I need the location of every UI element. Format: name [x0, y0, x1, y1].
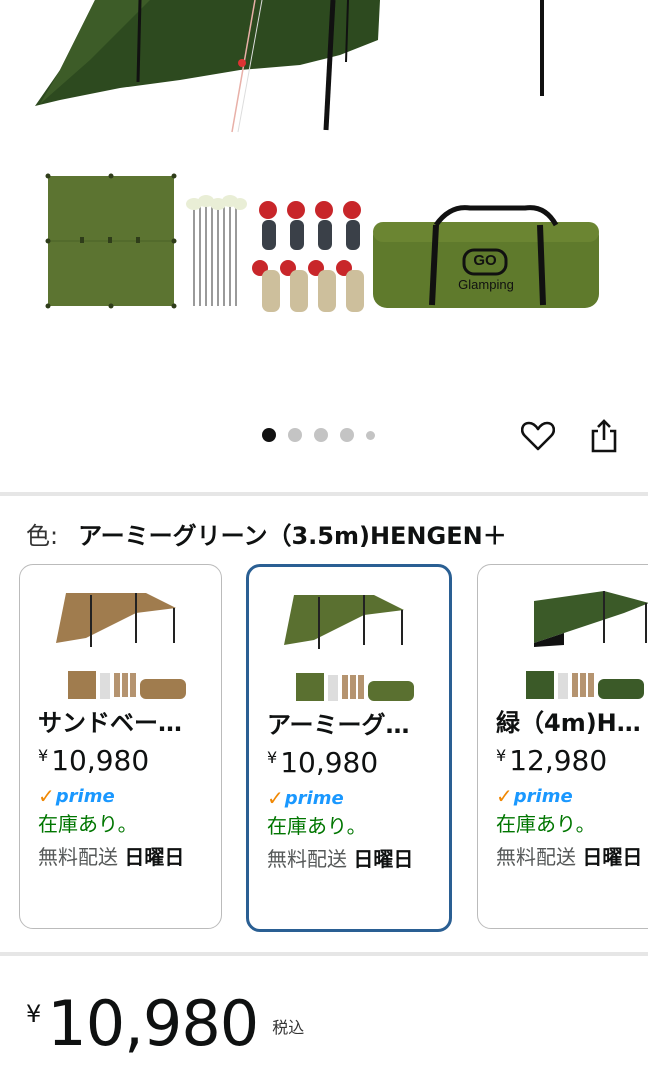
variant-card-green-4m[interactable]: 緑（4m)H… ¥ 12,980 ✓ prime 在庫あり。 無料配送 日曜日	[477, 564, 648, 929]
shipping-day: 日曜日	[124, 845, 185, 869]
variant-thumbnail	[478, 573, 648, 703]
section-divider	[0, 952, 648, 956]
share-icon	[591, 419, 617, 453]
selected-color-value: アーミーグリーン（3.5m)HENGEN＋	[78, 521, 507, 550]
variant-title: アーミーグ…	[267, 711, 410, 739]
variant-card-sand-beige[interactable]: サンドベー… ¥ 10,980 ✓ prime 在庫あり。 無料配送 日曜日	[19, 564, 222, 929]
currency-symbol: ¥	[496, 746, 507, 765]
stock-status: 在庫あり。	[496, 812, 596, 836]
variant-thumbnail	[249, 575, 449, 705]
pagination-dot[interactable]	[262, 428, 276, 442]
heart-icon	[521, 421, 555, 451]
color-selector-header: 色: アーミーグリーン（3.5m)HENGEN＋	[26, 516, 507, 550]
shipping-day: 日曜日	[353, 847, 414, 871]
price-amount: 10,980	[51, 744, 150, 777]
stock-status: 在庫あり。	[38, 812, 138, 836]
variant-price: ¥ 10,980	[267, 745, 441, 781]
variant-price: ¥ 10,980	[38, 743, 213, 779]
variant-title: 緑（4m)H…	[496, 709, 641, 737]
prime-label: prime	[284, 787, 344, 809]
shipping-info: 無料配送 日曜日	[267, 843, 441, 875]
shipping-info: 無料配送 日曜日	[38, 841, 213, 873]
shipping-prefix: 無料配送	[38, 845, 118, 869]
wishlist-button[interactable]	[516, 414, 560, 458]
tax-included-label: 税込	[272, 1018, 305, 1037]
variant-carousel[interactable]: サンドベー… ¥ 10,980 ✓ prime 在庫あり。 無料配送 日曜日 ア…	[0, 564, 648, 932]
price-currency-symbol: ¥	[26, 1000, 42, 1028]
prime-check-icon: ✓	[496, 784, 513, 808]
shipping-day: 日曜日	[582, 845, 643, 869]
currency-symbol: ¥	[267, 748, 278, 767]
prime-badge: ✓ prime	[38, 784, 213, 808]
prime-check-icon: ✓	[38, 784, 55, 808]
product-image	[35, 0, 599, 312]
prime-badge: ✓ prime	[496, 784, 648, 808]
price-amount: 10,980	[280, 746, 379, 779]
shipping-prefix: 無料配送	[267, 847, 347, 871]
pagination-dot[interactable]	[288, 428, 302, 442]
prime-label: prime	[55, 785, 115, 807]
bag-brand-logo: GO	[473, 252, 497, 269]
pagination-dot[interactable]	[340, 428, 354, 442]
pagination-dot[interactable]	[314, 428, 328, 442]
stock-status: 在庫あり。	[267, 814, 367, 838]
prime-badge: ✓ prime	[267, 786, 441, 810]
variant-title: サンドベー…	[38, 709, 182, 737]
prime-check-icon: ✓	[267, 786, 284, 810]
variant-card-army-green[interactable]: アーミーグ… ¥ 10,980 ✓ prime 在庫あり。 無料配送 日曜日	[246, 564, 452, 932]
price-amount: 10,980	[47, 987, 259, 1060]
prime-label: prime	[513, 785, 573, 807]
section-divider	[0, 492, 648, 496]
price-amount: 12,980	[509, 744, 608, 777]
variant-thumbnail	[20, 573, 221, 703]
color-label: 色:	[26, 521, 59, 550]
shipping-prefix: 無料配送	[496, 845, 576, 869]
pagination-dot[interactable]	[366, 430, 375, 440]
currency-symbol: ¥	[38, 746, 49, 765]
image-pagination	[262, 428, 375, 442]
shipping-info: 無料配送 日曜日	[496, 841, 648, 873]
share-button[interactable]	[582, 414, 626, 458]
bag-brand-text: Glamping	[458, 277, 514, 292]
product-price: ¥ 10,980 税込	[26, 988, 304, 1060]
product-image-gallery[interactable]: GO Glamping	[0, 0, 648, 482]
variant-price: ¥ 12,980	[496, 743, 648, 779]
